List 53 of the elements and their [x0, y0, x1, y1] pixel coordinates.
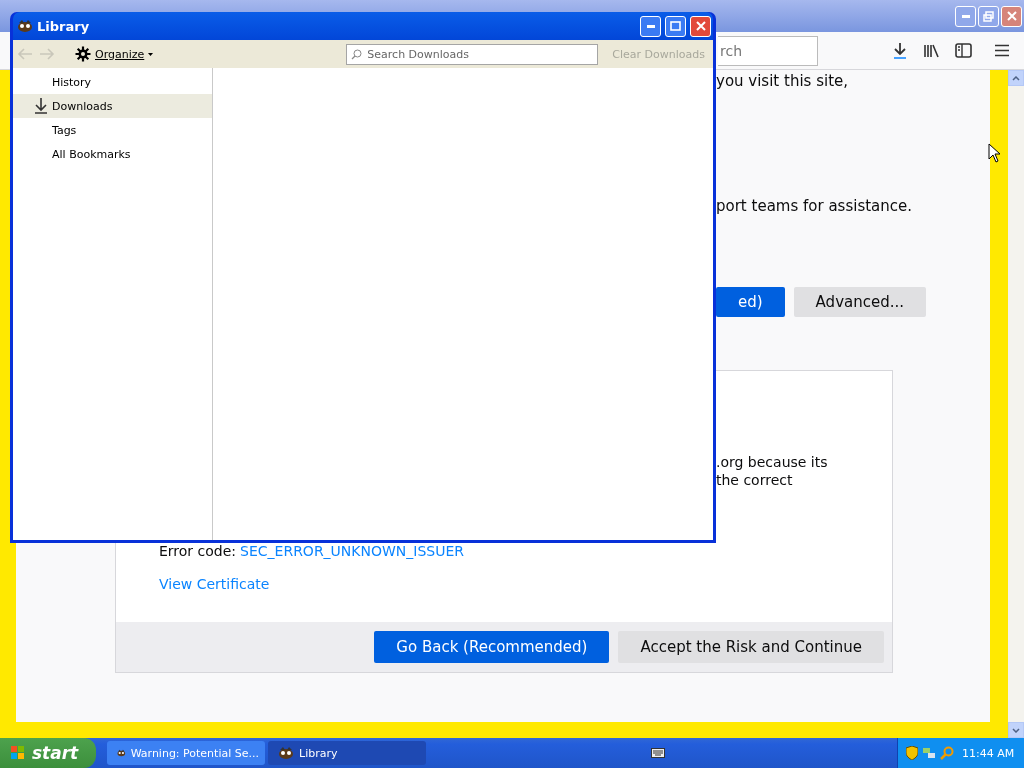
- body-text: the correct: [716, 472, 793, 488]
- minimize-icon: [961, 14, 970, 18]
- chevron-down-icon: [1012, 727, 1020, 733]
- app-icon: [17, 19, 33, 33]
- body-text: you visit this site,: [716, 72, 848, 90]
- start-button[interactable]: start: [0, 738, 96, 768]
- close-icon: [1006, 11, 1017, 21]
- download-icon: [34, 98, 48, 114]
- scroll-up-button[interactable]: [1008, 70, 1024, 86]
- menu-icon[interactable]: [995, 44, 1009, 57]
- search-field[interactable]: rch: [718, 35, 818, 66]
- accept-risk-button[interactable]: Accept the Risk and Continue: [618, 631, 884, 663]
- library-icon[interactable]: [923, 42, 940, 59]
- sidebar-item[interactable]: Downloads: [13, 94, 212, 118]
- sidebar-icon[interactable]: [955, 43, 972, 58]
- close-button[interactable]: [1001, 5, 1022, 27]
- minimize-icon: [646, 24, 655, 28]
- network-icon[interactable]: [922, 746, 936, 760]
- search-field[interactable]: Search Downloads: [346, 43, 599, 65]
- keyboard-icon[interactable]: [651, 748, 665, 758]
- scroll-down-button[interactable]: [1008, 722, 1024, 738]
- caret-icon: [148, 52, 154, 56]
- restore-button[interactable]: [978, 5, 999, 27]
- sidebar-item[interactable]: History: [13, 70, 212, 94]
- close-icon: [695, 21, 706, 31]
- search-icon: [351, 48, 363, 60]
- view-certificate-link[interactable]: View Certificate: [159, 576, 270, 592]
- close-button[interactable]: [690, 15, 711, 37]
- sidebar-item[interactable]: All Bookmarks: [13, 142, 212, 166]
- app-icon: [278, 746, 294, 760]
- minimize-button[interactable]: [640, 15, 661, 37]
- chevron-up-icon: [1012, 75, 1020, 81]
- body-text: .org because its: [716, 454, 828, 470]
- organize-menu[interactable]: Organize: [73, 46, 156, 62]
- taskbar-button[interactable]: Library: [268, 741, 426, 765]
- clock: 11:44 AM: [962, 746, 1015, 760]
- error-code-link[interactable]: SEC_ERROR_UNKNOWN_ISSUER: [240, 542, 465, 560]
- download-icon[interactable]: [892, 41, 908, 60]
- sidebar-item[interactable]: Tags: [13, 118, 212, 142]
- gear-icon: [75, 46, 91, 62]
- advanced-button[interactable]: Advanced...: [793, 287, 926, 317]
- maximize-button[interactable]: [665, 15, 686, 37]
- shield-icon[interactable]: [906, 746, 918, 760]
- primary-button[interactable]: ed): [716, 287, 785, 317]
- scrollbar[interactable]: [1008, 70, 1024, 738]
- body-text: port teams for assistance.: [716, 197, 913, 215]
- maximize-icon: [670, 21, 681, 31]
- windows-logo-icon: [10, 745, 26, 761]
- window-title: Library: [37, 18, 91, 34]
- go-back-button[interactable]: Go Back (Recommended): [374, 631, 610, 663]
- error-label: Error code:: [159, 542, 237, 560]
- taskbar-button[interactable]: Warning: Potential Se...: [107, 741, 265, 765]
- restore-icon: [983, 10, 994, 22]
